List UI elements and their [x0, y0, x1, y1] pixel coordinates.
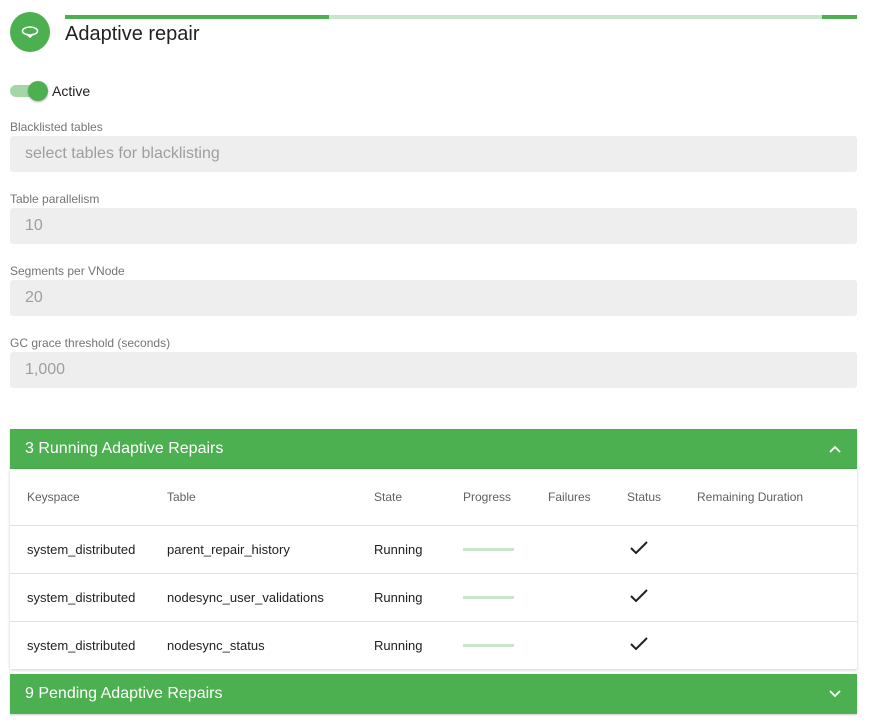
page-title: Adaptive repair — [65, 23, 200, 45]
state-cell: Running — [374, 573, 463, 622]
adaptive-repair-page: Adaptive repair Active Blacklisted table… — [0, 0, 870, 725]
blacklisted-tables-input[interactable] — [10, 136, 857, 172]
running-repairs-title: 3 Running Adaptive Repairs — [25, 440, 224, 457]
table-parallelism-label: Table parallelism — [10, 192, 100, 206]
segments-per-vnode-label: Segments per VNode — [10, 264, 125, 278]
keyspace-cell: system_distributed — [27, 637, 136, 653]
table-parallelism-input[interactable] — [10, 208, 857, 244]
gc-grace-threshold-input[interactable] — [10, 352, 857, 388]
repair-loop-icon — [10, 12, 50, 52]
segments-per-vnode-input[interactable] — [10, 280, 857, 316]
blacklisted-tables-field — [10, 136, 857, 172]
remaining-duration-cell — [697, 525, 857, 574]
column-header-failures[interactable]: Failures — [548, 469, 627, 526]
state-cell: Running — [374, 637, 423, 653]
running-repairs-table: Keyspace Table State Progress Failures S… — [10, 469, 857, 669]
table-row: system_distributed parent_repair_history… — [10, 525, 857, 574]
top-progress-segment — [65, 15, 329, 19]
column-header-keyspace[interactable]: Keyspace — [10, 469, 167, 526]
pending-repairs-panel-header[interactable]: 9 Pending Adaptive Repairs — [10, 674, 857, 714]
keyspace-cell: system_distributed — [10, 525, 167, 574]
pending-repairs-title: 9 Pending Adaptive Repairs — [25, 685, 223, 702]
status-cell — [627, 573, 697, 622]
running-repairs-panel-body: Keyspace Table State Progress Failures S… — [10, 469, 857, 669]
check-icon — [630, 637, 648, 654]
gc-grace-threshold-label: GC grace threshold (seconds) — [10, 336, 171, 350]
table-row: system_distributed nodesync_user_validat… — [10, 573, 857, 622]
progress-bar — [463, 595, 514, 599]
blacklisted-tables-label: Blacklisted tables — [10, 120, 103, 134]
active-toggle-label: Active — [52, 83, 91, 99]
check-icon — [630, 540, 648, 558]
status-cell — [627, 525, 697, 574]
column-header-state[interactable]: State — [374, 469, 463, 526]
column-header-table[interactable]: Table — [167, 469, 374, 526]
failures-cell — [548, 573, 627, 622]
column-header-remaining-duration[interactable]: Remaining Duration — [697, 469, 857, 526]
column-header-status[interactable]: Status — [627, 469, 697, 526]
toggle-thumb — [28, 81, 48, 101]
active-toggle[interactable] — [10, 80, 50, 102]
table-parallelism-field — [10, 208, 857, 244]
progress-bar — [463, 547, 514, 551]
status-cell — [627, 621, 697, 669]
check-icon — [630, 588, 648, 606]
gc-grace-threshold-field — [10, 352, 857, 388]
segments-per-vnode-field — [10, 280, 857, 316]
failures-cell — [548, 621, 627, 669]
state-cell: Running — [374, 525, 463, 574]
column-header-progress[interactable]: Progress — [463, 469, 548, 526]
table-header-row: Keyspace Table State Progress Failures S… — [10, 469, 857, 526]
running-repairs-panel-header[interactable]: 3 Running Adaptive Repairs — [10, 429, 857, 469]
progress-cell — [463, 621, 548, 669]
progress-cell — [463, 573, 548, 622]
table-cell: nodesync_user_validations — [167, 573, 374, 622]
remaining-duration-cell — [697, 621, 857, 669]
table-cell: parent_repair_history — [167, 525, 374, 574]
progress-bar — [463, 643, 514, 647]
chevron-up-icon[interactable] — [828, 442, 842, 456]
remaining-duration-cell — [697, 573, 857, 622]
top-progress-segment — [822, 15, 857, 19]
keyspace-cell: system_distributed — [10, 573, 167, 622]
progress-cell — [463, 525, 548, 574]
failures-cell — [548, 525, 627, 574]
table-row: system_distributed nodesync_status Runni… — [10, 621, 857, 669]
chevron-down-icon[interactable] — [828, 687, 842, 701]
top-progress-strip — [65, 15, 857, 19]
table-cell: nodesync_status — [167, 637, 265, 653]
